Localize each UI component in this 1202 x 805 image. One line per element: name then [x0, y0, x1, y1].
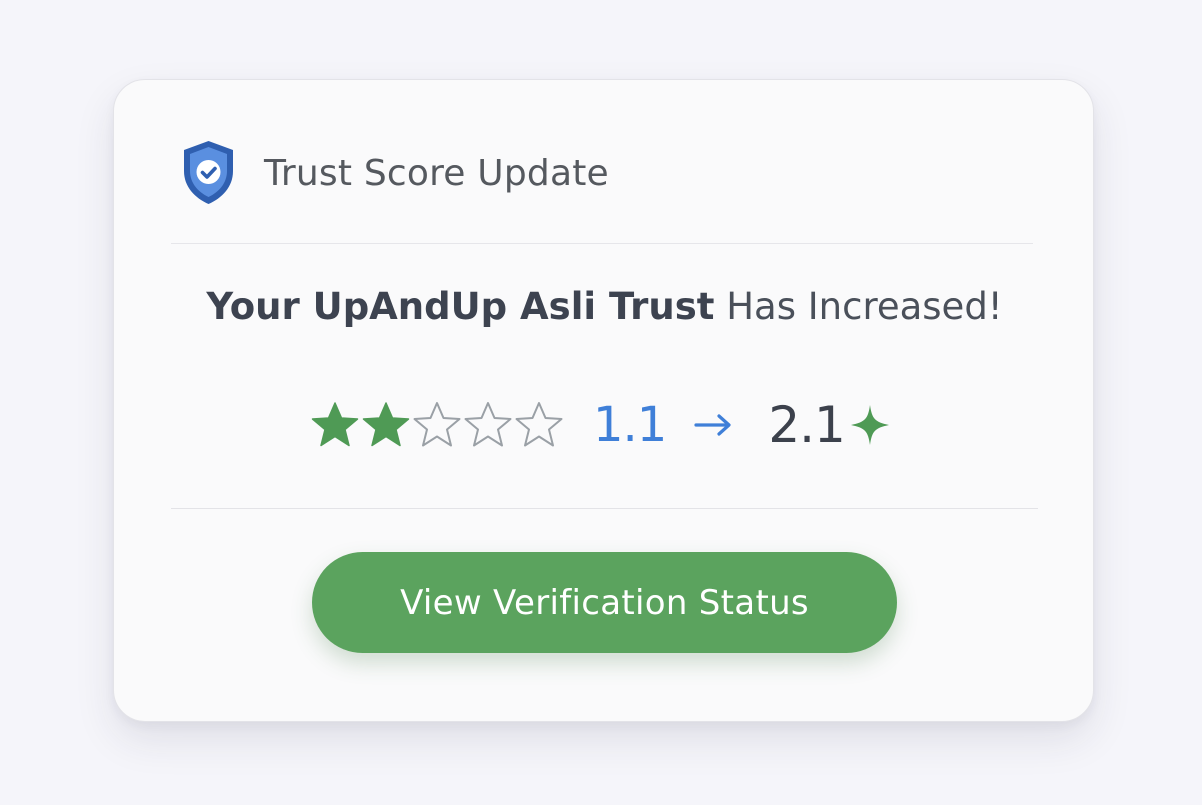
card-title: Trust Score Update: [264, 152, 609, 194]
headline-rest: Has Increased!: [714, 285, 1003, 328]
star-outline-icon: [413, 402, 461, 447]
sparkle-icon: [850, 405, 889, 445]
trust-score-card: Trust Score Update Your UpAndUp Asli Tru…: [113, 79, 1094, 722]
footer-divider: [171, 508, 1038, 509]
star-rating: [310, 400, 565, 450]
rating-row: 1.1 2.1: [310, 393, 891, 457]
card-header: Trust Score Update: [180, 136, 609, 210]
shield-check-icon: [184, 141, 233, 204]
headline: Your UpAndUp Asli Trust Has Increased!: [114, 285, 1095, 328]
arrow-right-icon: [694, 414, 731, 436]
star-outline-icon: [515, 402, 563, 447]
star-filled-icon: [362, 402, 410, 447]
header-divider: [171, 243, 1033, 244]
headline-bold: Your UpAndUp Asli Trust: [206, 285, 715, 328]
new-score: 2.1: [768, 396, 846, 454]
star-filled-icon: [311, 402, 359, 447]
view-verification-status-button[interactable]: View Verification Status: [312, 552, 897, 653]
old-score: 1.1: [593, 397, 667, 453]
star-outline-icon: [464, 402, 512, 447]
